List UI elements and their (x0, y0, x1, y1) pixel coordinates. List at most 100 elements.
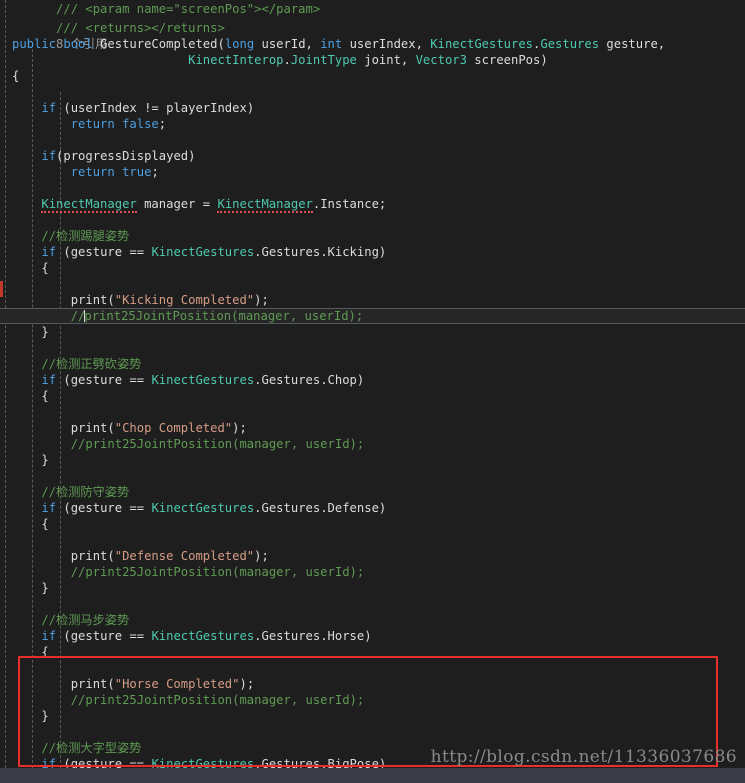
keyword-if-progress: if (41, 149, 57, 163)
code-line-print-kicking[interactable]: print("Kicking Completed"); (0, 292, 745, 308)
code-line-print-defense[interactable]: print("Defense Completed"); (0, 548, 745, 564)
bottom-strip (0, 768, 745, 783)
comment-defense: //检测防守姿势 (41, 485, 130, 499)
method-name: GestureCompleted( (92, 37, 225, 51)
brace-open-defense: { (41, 517, 49, 531)
code-line-blank-9[interactable] (0, 532, 745, 548)
keyword-if-guard: if (41, 101, 57, 115)
code-line-blank-7[interactable] (0, 404, 745, 420)
type-kinectgestures-chop: KinectGestures (151, 373, 255, 387)
code-line-signature-continuation[interactable]: KinectInterop.JointType joint, Vector3 s… (0, 52, 745, 68)
code-line-guard-return[interactable]: return false; (0, 116, 745, 132)
code-line-open-brace-defense[interactable]: { (0, 516, 745, 532)
gesture-name-chop: Chop (327, 373, 357, 387)
code-line-commented-call-kicking[interactable]: //print25JointPosition(manager, userId); (0, 308, 745, 324)
keyword-if-defense: if (41, 501, 57, 515)
type-kinectgestures-kicking: KinectGestures (151, 245, 255, 259)
code-line-method-signature[interactable]: public bool GestureCompleted(long userId… (0, 36, 745, 52)
comment-chop: //检测正劈砍姿势 (41, 357, 142, 371)
gesture-name-kicking: Kicking (327, 245, 379, 259)
code-line-print-chop[interactable]: print("Chop Completed"); (0, 420, 745, 436)
code-line-close-brace-chop[interactable]: } (0, 452, 745, 468)
code-line-manager-declaration[interactable]: KinectManager manager = KinectManager.In… (0, 196, 745, 213)
code-line-open-brace-kicking[interactable]: { (0, 260, 745, 276)
keyword-public: public (12, 37, 57, 51)
code-line-blank-1[interactable] (0, 84, 745, 100)
code-line-comment-chop[interactable]: //检测正劈砍姿势 (0, 356, 745, 372)
code-line-if-chop[interactable]: if (gesture == KinectGestures.Gestures.C… (0, 372, 745, 388)
code-line-open-brace-chop[interactable]: { (0, 388, 745, 404)
code-line-comment-horse[interactable]: //检测马步姿势 (0, 612, 745, 628)
commented-call-kicking: print25JointPosition(manager, userId); (84, 309, 364, 323)
type-kinectinterop: KinectInterop (188, 53, 284, 67)
brace-close-kicking: } (41, 325, 49, 339)
keyword-if-horse: if (41, 629, 57, 643)
keyword-return-false: return (70, 117, 115, 131)
brace-open-kicking: { (41, 261, 49, 275)
code-line-blank-10[interactable] (0, 596, 745, 612)
code-line-blank-4[interactable] (0, 212, 745, 228)
keyword-false: false (122, 117, 159, 131)
type-vector3: Vector3 (415, 53, 467, 67)
code-line-blank-8[interactable] (0, 468, 745, 484)
code-editor-canvas[interactable]: /// <param name="screenPos"></param> ///… (0, 0, 745, 783)
commented-call-chop: //print25JointPosition(manager, userId); (70, 437, 365, 451)
code-line-doc-returns[interactable]: /// <returns></returns> (0, 4, 745, 35)
type-gestures-inner: Gestures (540, 37, 600, 51)
code-line-codelens[interactable]: 8 个引用 (0, 20, 745, 51)
code-line-guard-if[interactable]: if (userIndex != playerIndex) (0, 100, 745, 116)
code-line-close-brace-defense[interactable]: } (0, 580, 745, 596)
string-chop-completed: "Chop Completed" (114, 421, 233, 435)
code-line-close-brace-horse[interactable]: } (0, 708, 745, 724)
keyword-return-true: return (70, 165, 115, 179)
code-line-if-kicking[interactable]: if (gesture == KinectGestures.Gestures.K… (0, 244, 745, 260)
keyword-if-kicking: if (41, 245, 57, 259)
code-line-method-open-brace[interactable]: { (0, 68, 745, 84)
brace-close-horse: } (41, 709, 49, 723)
code-line-commented-call-defense[interactable]: //print25JointPosition(manager, userId); (0, 564, 745, 580)
brace-close-defense: } (41, 581, 49, 595)
gesture-name-defense: Defense (327, 501, 379, 515)
code-line-blank-12[interactable] (0, 724, 745, 740)
keyword-bool: bool (63, 37, 93, 51)
type-kinectgestures-horse: KinectGestures (151, 629, 255, 643)
code-line-blank-3[interactable] (0, 180, 745, 196)
code-line-open-brace-horse[interactable]: { (0, 644, 745, 660)
commented-call-defense: //print25JointPosition(manager, userId); (70, 565, 365, 579)
code-line-blank-2[interactable] (0, 132, 745, 148)
type-kinectmanager-ref: KinectManager (217, 197, 313, 213)
type-jointtype: JointType (290, 53, 357, 67)
keyword-long: long (224, 37, 255, 51)
code-line-close-brace-kicking[interactable]: } (0, 324, 745, 340)
comment-horse: //检测马步姿势 (41, 613, 130, 627)
comment-kicking: //检测踢腿姿势 (41, 229, 130, 243)
gesture-name-horse: Horse (327, 629, 365, 643)
code-text-surface[interactable]: /// <param name="screenPos"></param> ///… (0, 0, 745, 783)
code-line-blank-11[interactable] (0, 660, 745, 676)
code-line-progress-if[interactable]: if(progressDisplayed) (0, 148, 745, 164)
comment-bigpose: //检测大字型姿势 (41, 741, 142, 755)
brace-close-chop: } (41, 453, 49, 467)
code-line-progress-return[interactable]: return true; (0, 164, 745, 180)
code-line-comment-defense[interactable]: //检测防守姿势 (0, 484, 745, 500)
string-horse-completed: "Horse Completed" (114, 677, 240, 691)
brace-open-chop: { (41, 389, 49, 403)
manager-variable-name: manager (144, 197, 196, 211)
code-line-comment-kicking[interactable]: //检测踢腿姿势 (0, 228, 745, 244)
string-kicking-completed: "Kicking Completed" (114, 293, 255, 307)
code-line-commented-call-chop[interactable]: //print25JointPosition(manager, userId); (0, 436, 745, 452)
type-kinectgestures: KinectGestures (430, 37, 534, 51)
type-kinectmanager-decl: KinectManager (41, 197, 137, 213)
code-line-if-defense[interactable]: if (gesture == KinectGestures.Gestures.D… (0, 500, 745, 516)
keyword-true: true (122, 165, 152, 179)
change-indicator-bar (0, 281, 3, 297)
code-line-blank-5[interactable] (0, 276, 745, 292)
brace-open-horse: { (41, 645, 49, 659)
code-line-blank-6[interactable] (0, 340, 745, 356)
code-line-print-horse[interactable]: print("Horse Completed"); (0, 676, 745, 692)
type-kinectgestures-defense: KinectGestures (151, 501, 255, 515)
code-line-commented-call-horse[interactable]: //print25JointPosition(manager, userId); (0, 692, 745, 708)
code-line-if-horse[interactable]: if (gesture == KinectGestures.Gestures.H… (0, 628, 745, 644)
commented-call-horse: //print25JointPosition(manager, userId); (70, 693, 365, 707)
brace-open-method: { (12, 69, 20, 83)
